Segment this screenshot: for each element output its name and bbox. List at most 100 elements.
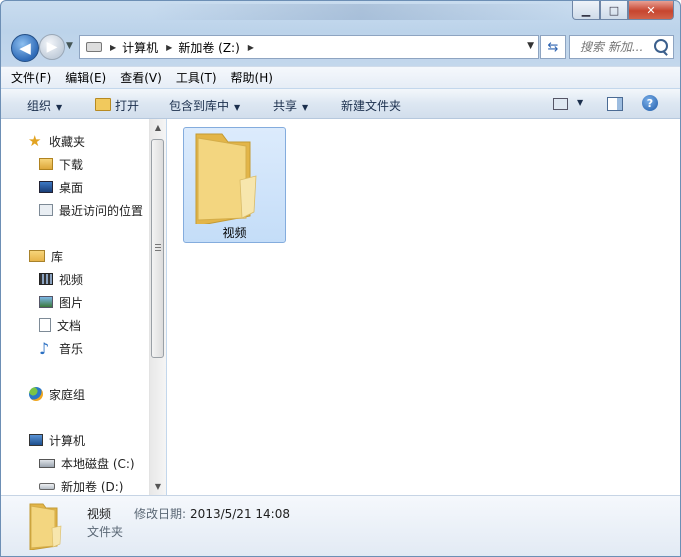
sidebar-item-label: 新加卷 (D:) xyxy=(61,479,124,494)
minimize-button[interactable]: ▁ xyxy=(572,1,600,20)
sidebar-scrollbar[interactable]: ▲ ▼ xyxy=(149,119,166,495)
refresh-button[interactable]: ⇆ xyxy=(540,35,566,59)
sidebar-libraries[interactable]: 库 xyxy=(29,246,63,266)
file-list: 视频 xyxy=(167,119,680,495)
selected-item-name: 视频 xyxy=(87,507,112,521)
sidebar-item-desktop[interactable]: 桌面 xyxy=(39,177,83,197)
local-disk-icon xyxy=(39,458,55,468)
downloads-folder-icon xyxy=(39,158,53,170)
refresh-icon: ⇆ xyxy=(547,39,559,55)
sidebar-item-label: 本地磁盘 (C:) xyxy=(61,456,135,471)
recent-places-icon xyxy=(39,204,53,216)
sidebar-item-music[interactable]: ♪ 音乐 xyxy=(39,338,83,358)
breadcrumb-computer[interactable]: 计算机 xyxy=(122,39,158,56)
include-in-library-button[interactable]: 包含到库中 ▼ xyxy=(169,97,240,114)
sidebar-item-pictures[interactable]: 图片 xyxy=(39,292,83,312)
star-icon: ★ xyxy=(28,132,42,150)
caption-buttons: ▁ □ ✕ xyxy=(572,1,674,20)
organize-label: 组织 xyxy=(27,99,52,113)
sidebar-item-videos[interactable]: 视频 xyxy=(39,269,83,289)
scroll-down-arrow-icon[interactable]: ▼ xyxy=(150,478,166,495)
computer-icon xyxy=(29,434,43,446)
new-folder-button[interactable]: 新建文件夹 xyxy=(341,97,401,114)
help-icon[interactable]: ? xyxy=(642,95,658,111)
sidebar-item-label: 计算机 xyxy=(49,433,86,448)
search-icon[interactable] xyxy=(654,39,668,53)
sidebar-favorites[interactable]: ★ 收藏夹 xyxy=(28,131,85,151)
sidebar-computer[interactable]: 计算机 xyxy=(29,430,85,450)
sidebar-item-drive-d[interactable]: 新加卷 (D:) xyxy=(39,476,123,496)
sidebar-item-label: 下载 xyxy=(59,157,84,172)
homegroup-icon xyxy=(29,387,43,401)
sidebar-item-label: 家庭组 xyxy=(49,387,86,402)
include-label: 包含到库中 xyxy=(169,99,230,113)
sidebar-item-downloads[interactable]: 下载 xyxy=(39,154,83,174)
modified-label: 修改日期: xyxy=(134,507,187,521)
sidebar-item-label: 最近访问的位置 xyxy=(59,203,144,218)
video-library-icon xyxy=(39,273,53,285)
arrow-right-icon: ▶ xyxy=(46,39,58,55)
menu-edit[interactable]: 编辑(E) xyxy=(65,69,106,86)
preview-pane-icon[interactable] xyxy=(607,97,623,111)
modified-value: 2013/5/21 14:08 xyxy=(190,507,290,521)
back-button[interactable]: ◀ xyxy=(11,34,39,62)
open-folder-icon xyxy=(95,98,111,111)
address-dropdown-icon[interactable]: ▼ xyxy=(527,41,534,51)
desktop-icon xyxy=(39,181,53,193)
open-button[interactable]: 打开 xyxy=(95,97,139,114)
sidebar-item-label: 库 xyxy=(51,249,64,264)
pictures-library-icon xyxy=(39,296,53,308)
sidebar-item-label: 收藏夹 xyxy=(49,134,86,149)
sidebar-item-label: 音乐 xyxy=(59,341,84,356)
chevron-right-icon[interactable]: ▶ xyxy=(166,43,172,52)
breadcrumb-drive-z[interactable]: 新加卷 (Z:) xyxy=(178,39,239,56)
arrow-left-icon: ◀ xyxy=(19,39,31,57)
folder-icon xyxy=(29,503,62,550)
menu-help[interactable]: 帮助(H) xyxy=(231,69,273,86)
sidebar-homegroup[interactable]: 家庭组 xyxy=(29,384,85,404)
maximize-button[interactable]: □ xyxy=(600,1,628,20)
sidebar-item-documents[interactable]: 文档 xyxy=(39,315,81,335)
item-type: 文件夹 xyxy=(87,525,124,539)
view-dropdown-icon[interactable]: ▼ xyxy=(577,98,583,107)
command-bar: 组织 ▼ 打开 包含到库中 ▼ 共享 ▼ 新建文件夹 ▼ ? xyxy=(1,89,680,119)
modified-date: 修改日期: 2013/5/21 14:08 xyxy=(134,505,290,522)
organize-button[interactable]: 组织 ▼ xyxy=(27,97,62,114)
open-label: 打开 xyxy=(115,99,140,113)
menu-file[interactable]: 文件(F) xyxy=(11,69,51,86)
share-label: 共享 xyxy=(273,99,298,113)
close-button[interactable]: ✕ xyxy=(628,1,674,20)
title-bar xyxy=(151,4,571,20)
search-input[interactable] xyxy=(580,40,658,54)
scroll-up-arrow-icon[interactable]: ▲ xyxy=(150,119,166,136)
drive-icon xyxy=(39,482,55,490)
documents-library-icon xyxy=(39,318,51,332)
search-box[interactable] xyxy=(569,35,674,59)
sidebar-item-label: 桌面 xyxy=(59,180,84,195)
grip-icon xyxy=(155,244,161,251)
scrollbar-thumb[interactable] xyxy=(151,139,164,358)
details-pane: 视频 修改日期: 2013/5/21 14:08 文件夹 xyxy=(1,495,680,556)
view-options-icon[interactable] xyxy=(553,98,568,110)
explorer-window: ▁ □ ✕ ◀ ▶ ▼ ▶ 计算机 ▶ 新加卷 (Z:) ▶ ▼ ⇆ 文件(F)… xyxy=(0,0,681,557)
sidebar-item-drive-c[interactable]: 本地磁盘 (C:) xyxy=(39,453,135,473)
address-bar[interactable]: ▶ 计算机 ▶ 新加卷 (Z:) ▶ ▼ xyxy=(79,35,539,59)
sidebar-item-recent-places[interactable]: 最近访问的位置 xyxy=(39,200,143,220)
folder-label: 视频 xyxy=(222,226,247,240)
share-button[interactable]: 共享 ▼ xyxy=(273,97,308,114)
folder-icon xyxy=(195,133,257,224)
sidebar-item-label: 图片 xyxy=(59,295,84,310)
drive-icon xyxy=(86,42,102,52)
chevron-right-icon[interactable]: ▶ xyxy=(248,43,254,52)
chevron-right-icon[interactable]: ▶ xyxy=(110,43,116,52)
menu-view[interactable]: 查看(V) xyxy=(120,69,162,86)
forward-button[interactable]: ▶ xyxy=(39,34,65,60)
recent-pages-dropdown[interactable]: ▼ xyxy=(66,41,73,51)
menu-bar: 文件(F) 编辑(E) 查看(V) 工具(T) 帮助(H) xyxy=(1,66,680,88)
sidebar-item-label: 文档 xyxy=(57,318,82,333)
folder-item-videos[interactable]: 视频 xyxy=(183,127,286,243)
dropdown-arrow-icon: ▼ xyxy=(302,103,309,112)
navigation-pane: ★ 收藏夹 下载 桌面 最近访问的位置 库 视频 图片 文档 ♪ 音乐 家庭组 计算… xyxy=(1,119,149,495)
library-icon xyxy=(29,250,45,262)
menu-tools[interactable]: 工具(T) xyxy=(176,69,217,86)
